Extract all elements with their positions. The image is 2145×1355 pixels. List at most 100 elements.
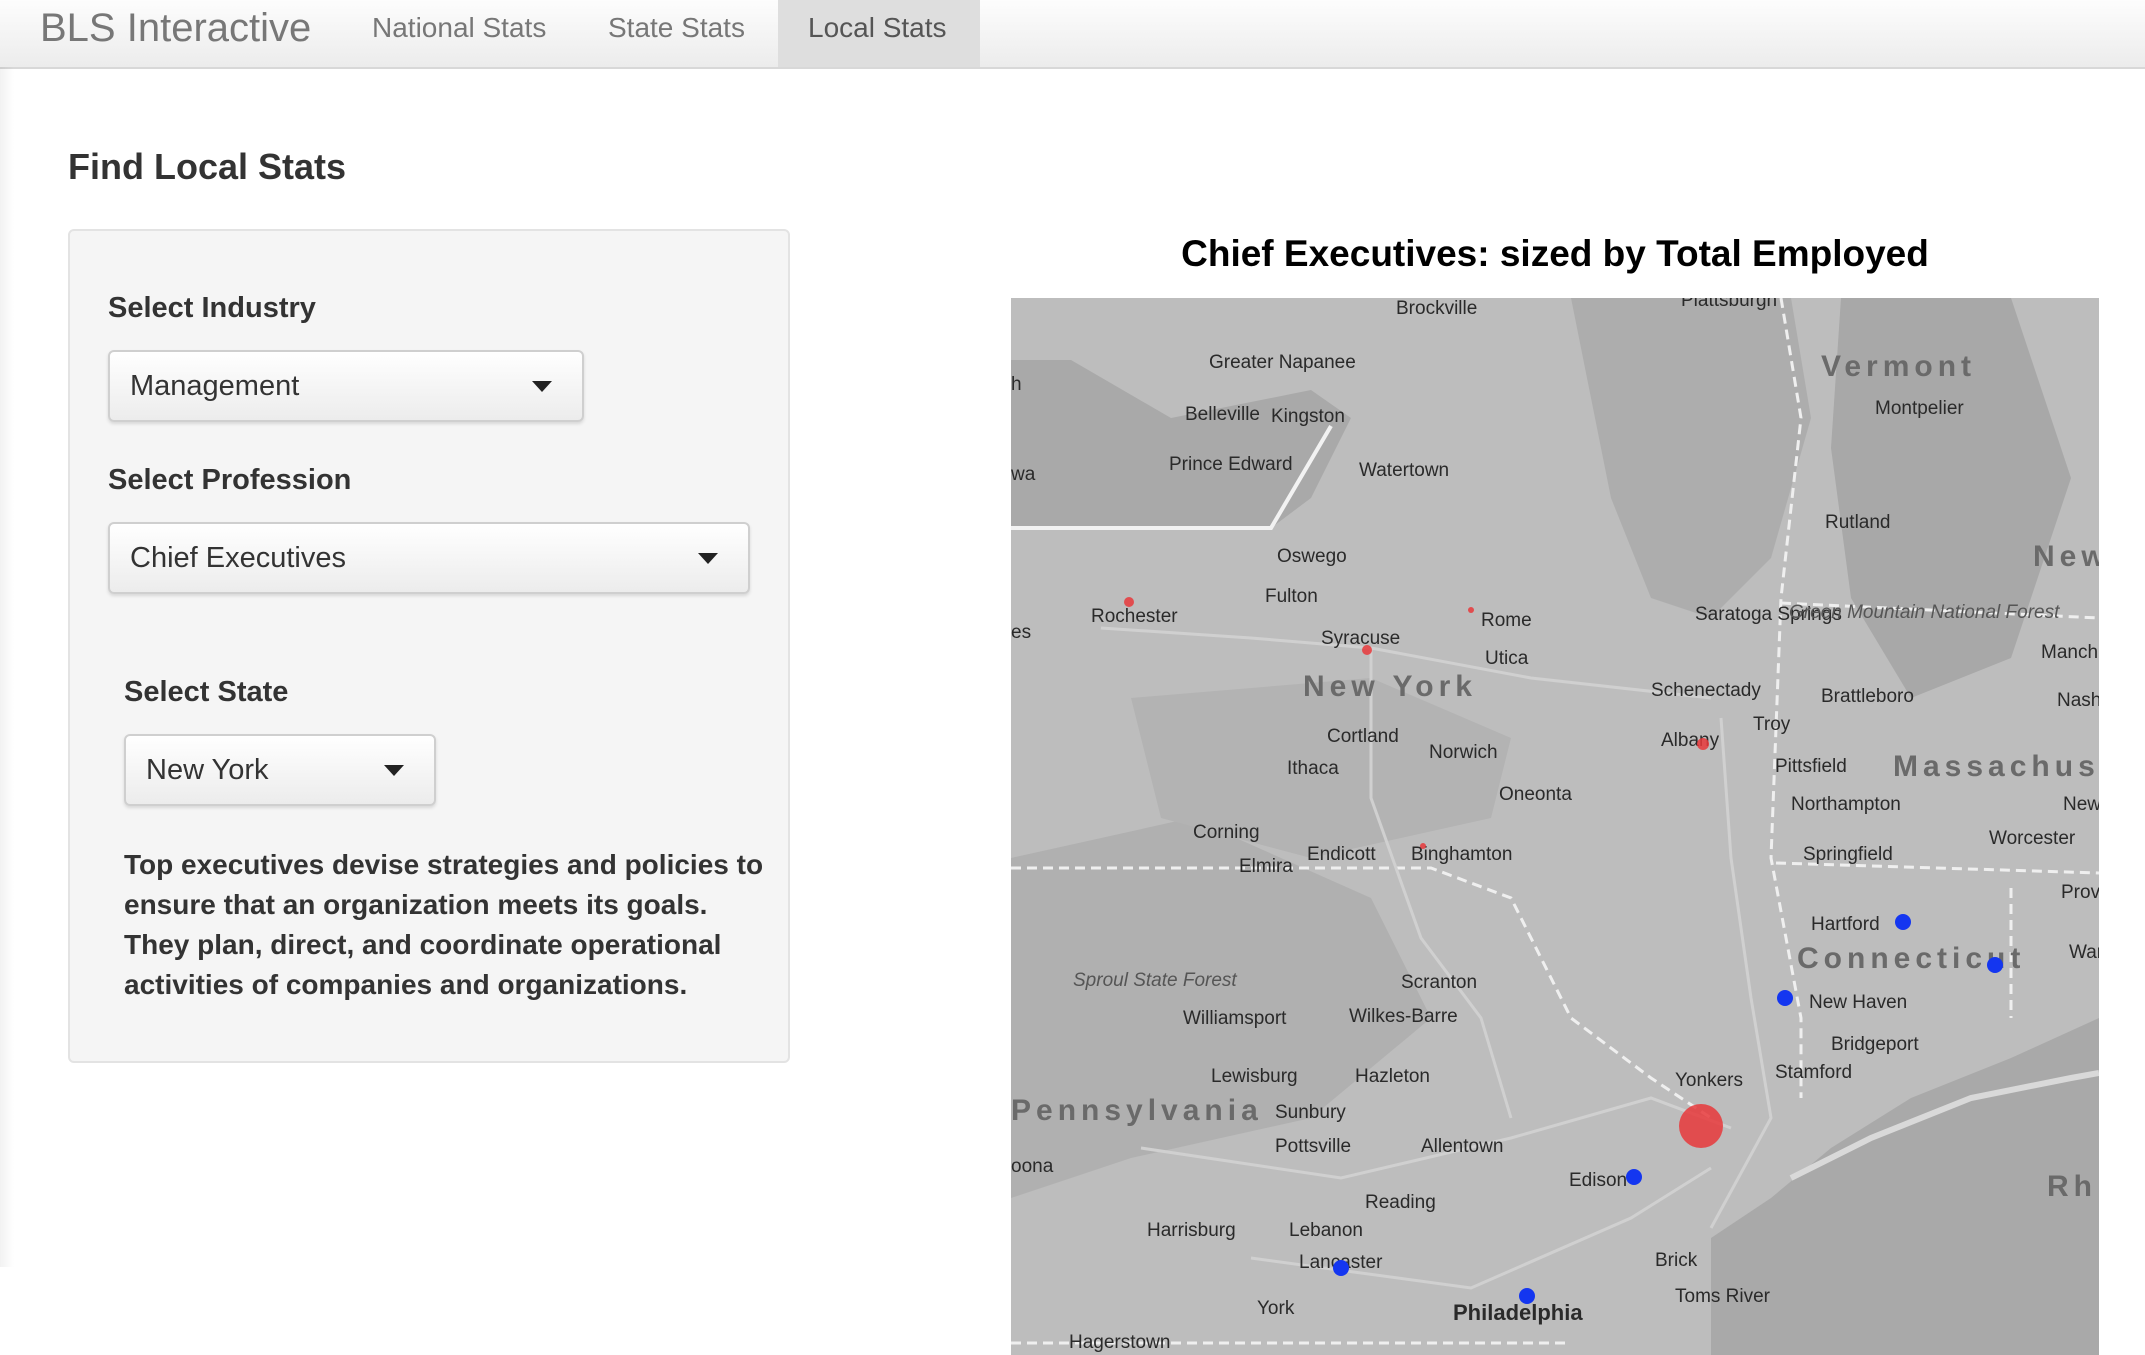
city-label: Montpelier [1875,398,1964,419]
city-label: Northampton [1791,794,1901,815]
map-marker-blue[interactable] [1777,990,1793,1006]
city-label: es [1011,622,1031,643]
city-label: Lebanon [1289,1220,1363,1241]
tab-state-stats[interactable]: State Stats [578,0,775,67]
map-marker-blue[interactable] [1519,1288,1535,1304]
city-label: Elmira [1239,856,1293,877]
profession-description: Top executives devise strategies and pol… [124,849,764,1000]
city-label: Cortland [1327,726,1399,747]
city-label: Utica [1485,648,1529,669]
chevron-down-icon [384,765,404,776]
city-label: wa [1011,464,1036,485]
city-label: Nash [2057,690,2099,711]
city-label: Stamford [1775,1062,1852,1083]
chevron-down-icon [698,553,718,564]
city-label: Schenectady [1651,680,1761,701]
city-label: Allentown [1421,1136,1503,1157]
region-label: Pennsylvania [1011,1094,1263,1127]
map-marker-red-large[interactable] [1679,1104,1723,1148]
city-label: Green Mountain National Forest [1789,602,2060,623]
city-label: Wilkes-Barre [1349,1006,1458,1027]
page-edge-shadow [0,67,14,1267]
city-label: Provi [2061,882,2099,903]
city-label: Syracuse [1321,628,1400,649]
city-label: Troy [1753,714,1791,735]
city-label: Brockville [1396,298,1477,319]
city-label: Corning [1193,822,1260,843]
city-label: Prince Edward [1169,454,1293,475]
industry-select-value: Management [130,370,300,402]
city-label: Williamsport [1183,1008,1287,1029]
city-label: h [1011,374,1022,395]
city-label: Belleville [1185,404,1260,425]
city-label: Norwich [1429,742,1498,763]
map-canvas[interactable]: Vermont New Hamps Massachus Connecticut … [1011,298,2099,1355]
map-title: Chief Executives: sized by Total Employe… [1181,233,1929,274]
city-label: Scranton [1401,972,1477,993]
state-select-value: New York [146,754,269,786]
region-label: Massachus [1893,750,2099,783]
city-label: Greater Napanee [1209,352,1356,373]
map-marker-red[interactable] [1420,843,1426,849]
city-label: Ithaca [1287,758,1339,779]
city-label: Kingston [1271,406,1345,427]
map-marker-red[interactable] [1697,738,1709,750]
city-label: Hartford [1811,914,1880,935]
city-label: Springfield [1803,844,1893,865]
map-view[interactable]: Vermont New Hamps Massachus Connecticut … [1011,298,2099,1355]
city-label: Fulton [1265,586,1318,607]
city-label: Hazleton [1355,1066,1430,1087]
brand-title[interactable]: BLS Interactive [40,4,311,52]
profession-label: Select Profession [108,464,352,496]
profession-select-value: Chief Executives [130,542,346,574]
city-label: Harrisburg [1147,1220,1236,1241]
city-label: Brick [1655,1250,1698,1271]
city-label: War [2069,942,2099,963]
navbar: BLS Interactive National Stats State Sta… [0,0,2145,69]
city-label: York [1257,1298,1295,1319]
city-label: Rochester [1091,606,1178,627]
city-label: Hagerstown [1069,1332,1170,1353]
city-label: New Haven [1809,992,1907,1013]
map-marker-blue[interactable] [1333,1260,1349,1276]
city-label: Endicott [1307,844,1376,865]
map-marker-red[interactable] [1362,645,1372,655]
chevron-down-icon [532,381,552,392]
region-label: New York [1303,670,1477,703]
city-label: Newt [2063,794,2099,815]
city-label: oona [1011,1156,1054,1177]
city-label: Rutland [1825,512,1891,533]
profession-select[interactable]: Chief Executives [108,522,750,594]
city-label: Oswego [1277,546,1347,567]
city-label: Pottsville [1275,1136,1351,1157]
tab-national-stats[interactable]: National Stats [342,0,576,67]
industry-select[interactable]: Management [108,350,584,422]
map-marker-red[interactable] [1468,607,1474,613]
city-label: Oneonta [1499,784,1572,805]
industry-label: Select Industry [108,292,316,324]
page-title: Find Local Stats [68,146,347,187]
city-label: Pittsfield [1775,756,1847,777]
tab-local-stats[interactable]: Local Stats [778,0,980,67]
map-marker-red[interactable] [1124,597,1134,607]
city-label: Sproul State Forest [1073,970,1237,991]
city-label: Plattsburgh [1681,298,1777,311]
map-marker-blue[interactable] [1895,914,1911,930]
map-marker-blue[interactable] [1626,1169,1642,1185]
city-label: Rome [1481,610,1532,631]
city-label: Manch [2041,642,2098,663]
city-label: Yonkers [1675,1070,1743,1091]
city-label: Sunbury [1275,1102,1346,1123]
city-label: Edison [1569,1170,1627,1191]
state-label: Select State [124,676,289,708]
city-label: Lewisburg [1211,1066,1298,1087]
city-label: Toms River [1675,1286,1771,1307]
city-label: Binghamton [1411,844,1512,865]
city-label: Watertown [1359,460,1449,481]
city-label: Bridgeport [1831,1034,1919,1055]
map-marker-blue[interactable] [1987,957,2003,973]
region-label: Rh [2047,1170,2097,1203]
city-label: Albany [1661,730,1720,751]
city-label: Reading [1365,1192,1436,1213]
state-select[interactable]: New York [124,734,436,806]
